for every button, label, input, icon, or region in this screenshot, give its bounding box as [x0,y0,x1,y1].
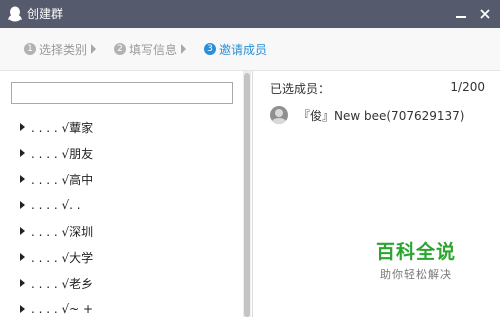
step-invite-members[interactable]: 3 邀请成员 [204,40,267,58]
group-label: . . . . √. . [31,198,81,212]
group-item[interactable]: . . . . √. . [20,195,81,215]
selected-members-count: 1/200 [450,80,485,94]
group-item[interactable]: . . . . √高中 [20,169,93,189]
expand-arrow-icon[interactable] [20,253,25,261]
step-number: 2 [114,43,126,55]
group-label: . . . . √朋友 [31,146,94,161]
expand-arrow-icon[interactable] [20,123,25,131]
expand-arrow-icon[interactable] [20,149,25,157]
step-label: 填写信息 [129,42,178,57]
group-item[interactable]: . . . . √深圳 [20,221,93,241]
minimize-button[interactable] [451,4,471,24]
group-label: . . . . √蕈家 [31,120,94,135]
steps-bar: 1 选择类别 2 填写信息 3 邀请成员 [0,28,500,71]
group-item[interactable]: . . . . √朋友 [20,143,93,163]
step-label: 邀请成员 [219,42,268,57]
group-item[interactable]: . . . . √老乡 [20,273,93,293]
chevron-right-icon [181,44,187,54]
selected-members-panel: 已选成员： 1/200 『俊』New bee(707629137) 百科全说 助… [253,71,500,317]
member-name: 『俊』New bee(707629137) [298,108,465,123]
step-select-category[interactable]: 1 选择类别 [24,40,97,58]
scrollbar-thumb[interactable] [244,73,250,317]
group-label: . . . . √~ + [31,302,94,316]
group-item[interactable]: . . . . √蕈家 [20,117,93,137]
group-label: . . . . √大学 [31,250,94,265]
watermark-logo: 百科全说 助你轻松解决 [356,241,476,282]
vertical-scrollbar[interactable] [243,71,251,317]
group-label: . . . . √老乡 [31,276,94,291]
step-fill-info[interactable]: 2 填写信息 [114,40,187,58]
watermark-title: 百科全说 [375,241,456,263]
expand-arrow-icon[interactable] [20,201,25,209]
step-number: 3 [204,43,216,55]
selected-members-label: 已选成员： [270,82,331,96]
expand-arrow-icon[interactable] [20,305,25,313]
selected-member-item[interactable]: 『俊』New bee(707629137) [270,105,464,125]
friend-list-panel: . . . . √蕈家 . . . . √朋友 . . . . √高中 . . … [0,71,253,317]
group-label: . . . . √高中 [31,172,94,187]
group-item[interactable]: . . . . √~ + [20,299,93,319]
qq-penguin-icon [8,6,22,22]
group-label: . . . . √深圳 [31,224,94,239]
chevron-right-icon [91,44,97,54]
step-label: 选择类别 [39,42,88,57]
window-title: 创建群 [27,7,64,21]
step-number: 1 [24,43,36,55]
expand-arrow-icon[interactable] [20,175,25,183]
close-button[interactable] [475,4,495,24]
expand-arrow-icon[interactable] [20,279,25,287]
watermark-subtitle: 助你轻松解决 [380,268,452,281]
avatar [270,106,288,124]
expand-arrow-icon[interactable] [20,227,25,235]
title-bar: 创建群 [0,0,500,28]
close-icon [480,9,490,19]
group-item[interactable]: . . . . √大学 [20,247,93,267]
search-input[interactable] [11,82,233,104]
